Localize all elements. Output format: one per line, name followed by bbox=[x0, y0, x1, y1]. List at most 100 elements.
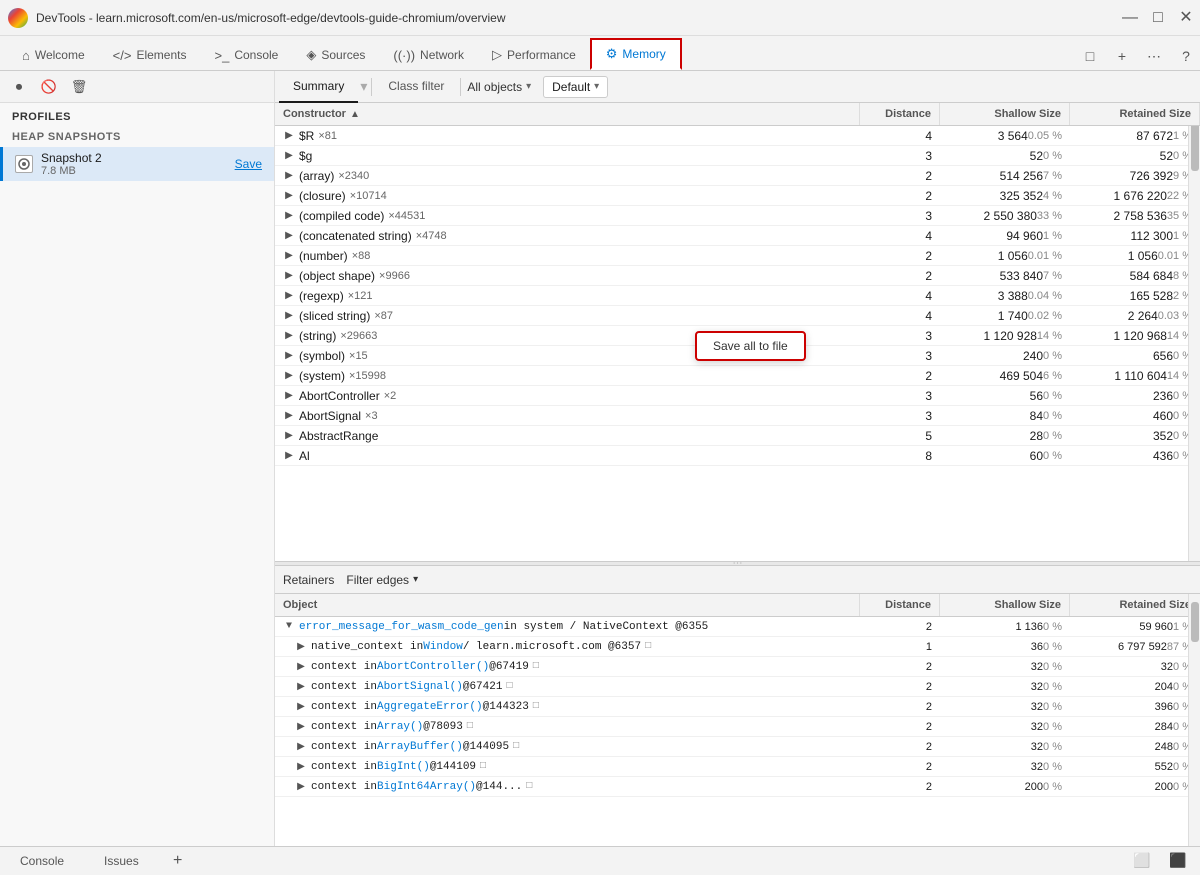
bottom-cell-shallow: 32 0 % bbox=[940, 677, 1070, 696]
row-expander-icon[interactable]: ▶ bbox=[295, 781, 307, 793]
save-all-tooltip[interactable]: Save all to file bbox=[695, 331, 806, 361]
cell-shallow: 1 056 0.01 % bbox=[940, 246, 1070, 265]
sub-tab-class-filter[interactable]: Class filter bbox=[374, 71, 458, 103]
record-button[interactable]: ⏺ bbox=[8, 76, 30, 98]
row-expander-icon[interactable]: ▶ bbox=[283, 150, 295, 162]
tab-console[interactable]: >_ Console bbox=[200, 38, 292, 70]
welcome-icon: ⌂ bbox=[22, 48, 30, 63]
row-expander-icon[interactable]: ▶ bbox=[283, 210, 295, 222]
tab-sources[interactable]: ◈ Sources bbox=[292, 38, 379, 70]
sub-tab-summary[interactable]: Summary bbox=[279, 71, 358, 103]
bottom-table-scrollbar[interactable] bbox=[1188, 594, 1200, 846]
bottom-col-retained: Retained Size bbox=[1070, 594, 1200, 616]
constructor-sort-icon[interactable]: ▲ bbox=[350, 109, 360, 120]
main-table-scrollbar[interactable] bbox=[1188, 103, 1200, 561]
bottom-cell-shallow: 1 136 0 % bbox=[940, 617, 1070, 636]
filter-edges-button[interactable]: Filter edges ▾ bbox=[346, 573, 418, 587]
row-expander-icon[interactable]: ▶ bbox=[295, 761, 307, 773]
add-panel-button[interactable]: + bbox=[167, 850, 189, 872]
bottom-cell-distance: 2 bbox=[860, 737, 940, 756]
bottom-cell-retained: 32 0 % bbox=[1070, 657, 1200, 676]
bottom-table-row: ▶ context in BigInt() @144109 □ 2 32 0 %… bbox=[275, 757, 1200, 777]
cell-distance: 3 bbox=[860, 146, 940, 165]
row-expander-icon[interactable]: ▶ bbox=[283, 250, 295, 262]
tab-welcome[interactable]: ⌂ Welcome bbox=[8, 38, 99, 70]
default-dropdown[interactable]: Default ▾ bbox=[543, 76, 608, 98]
tab-network[interactable]: ((·)) Network bbox=[379, 38, 478, 70]
row-expander-icon[interactable]: ▶ bbox=[283, 370, 295, 382]
status-bar: Console Issues + ⬜ ⬛ bbox=[0, 846, 1200, 874]
table-row: ▶AbortSignal×3 3 84 0 % 460 0 % bbox=[275, 406, 1200, 426]
filter-edges-label: Filter edges bbox=[346, 573, 409, 587]
row-expander-icon[interactable]: ▶ bbox=[283, 190, 295, 202]
row-expander-icon[interactable]: ▶ bbox=[295, 681, 307, 693]
delete-button[interactable]: 🗑 bbox=[68, 76, 90, 98]
snapshot-item[interactable]: Snapshot 2 7.8 MB Save bbox=[0, 147, 274, 181]
cell-retained: 2 264 0.03 % bbox=[1070, 306, 1200, 325]
row-expander-icon[interactable]: ▶ bbox=[283, 390, 295, 402]
close-button[interactable]: ✕ bbox=[1180, 12, 1192, 24]
tab-performance[interactable]: ▷ Performance bbox=[478, 38, 590, 70]
row-expander-icon[interactable]: ▶ bbox=[283, 310, 295, 322]
cell-constructor: ▶(regexp)×121 bbox=[275, 286, 860, 305]
cell-retained: 726 392 9 % bbox=[1070, 166, 1200, 185]
bottom-cell-object: ▶ native_context in Window / learn.micro… bbox=[275, 637, 860, 656]
row-expander-icon[interactable]: ▶ bbox=[283, 130, 295, 142]
sub-tab-divider bbox=[371, 78, 372, 96]
all-objects-dropdown[interactable]: All objects ▾ bbox=[463, 80, 535, 94]
main-area: ⏺ 🚫 🗑 Profiles HEAP SNAPSHOTS Snapshot 2… bbox=[0, 71, 1200, 846]
row-expander-icon[interactable]: ▼ bbox=[283, 621, 295, 633]
bottom-cell-retained: 200 0 % bbox=[1070, 777, 1200, 796]
status-tab-issues[interactable]: Issues bbox=[92, 850, 151, 872]
retainers-label: Retainers bbox=[283, 573, 334, 587]
cell-constructor: ▶(object shape)×9966 bbox=[275, 266, 860, 285]
tab-elements[interactable]: </> Elements bbox=[99, 38, 201, 70]
row-expander-icon[interactable]: ▶ bbox=[295, 741, 307, 753]
maximize-button[interactable]: □ bbox=[1152, 12, 1164, 24]
row-expander-icon[interactable]: ▶ bbox=[295, 721, 307, 733]
more-options-button[interactable]: ⋯ bbox=[1140, 42, 1168, 70]
cell-distance: 2 bbox=[860, 166, 940, 185]
cell-constructor: ▶(compiled code)×44531 bbox=[275, 206, 860, 225]
snapshot-size: 7.8 MB bbox=[41, 165, 227, 177]
cell-constructor: ▶Al bbox=[275, 446, 860, 465]
snapshot-save-button[interactable]: Save bbox=[235, 157, 262, 171]
status-tab-console[interactable]: Console bbox=[8, 850, 76, 872]
cell-constructor: ▶(closure)×10714 bbox=[275, 186, 860, 205]
minimize-button[interactable]: — bbox=[1124, 12, 1136, 24]
dock-button[interactable]: ⬜ bbox=[1128, 847, 1156, 875]
row-expander-icon[interactable]: ▶ bbox=[283, 430, 295, 442]
row-expander-icon[interactable]: ▶ bbox=[283, 290, 295, 302]
row-expander-icon[interactable]: ▶ bbox=[283, 450, 295, 462]
row-expander-icon[interactable]: ▶ bbox=[283, 270, 295, 282]
default-label: Default bbox=[552, 80, 590, 94]
external-link-icon: □ bbox=[645, 641, 651, 652]
add-tab-button[interactable]: + bbox=[1108, 42, 1136, 70]
row-expander-icon[interactable]: ▶ bbox=[295, 701, 307, 713]
row-expander-icon[interactable]: ▶ bbox=[283, 230, 295, 242]
table-row: ▶(number)×88 2 1 056 0.01 % 1 056 0.01 % bbox=[275, 246, 1200, 266]
cell-shallow: 1 740 0.02 % bbox=[940, 306, 1070, 325]
help-button[interactable]: ? bbox=[1172, 42, 1200, 70]
bottom-table-row: ▶ context in Array() @78093 □ 2 32 0 % 2… bbox=[275, 717, 1200, 737]
row-expander-icon[interactable]: ▶ bbox=[283, 170, 295, 182]
bottom-cell-distance: 2 bbox=[860, 657, 940, 676]
row-expander-icon[interactable]: ▶ bbox=[283, 330, 295, 342]
bottom-scrollbar-thumb[interactable] bbox=[1191, 602, 1199, 642]
cell-shallow: 3 388 0.04 % bbox=[940, 286, 1070, 305]
cell-constructor: ▶(system)×15998 bbox=[275, 366, 860, 385]
settings-button[interactable]: ⬛ bbox=[1164, 847, 1192, 875]
row-expander-icon[interactable]: ▶ bbox=[295, 661, 307, 673]
row-expander-icon[interactable]: ▶ bbox=[283, 350, 295, 362]
external-link-icon: □ bbox=[513, 741, 519, 752]
tab-memory[interactable]: ⚙ Memory bbox=[590, 38, 682, 70]
title-bar: DevTools - learn.microsoft.com/en-us/mic… bbox=[0, 0, 1200, 36]
more-tabs-button[interactable]: □ bbox=[1076, 42, 1104, 70]
row-expander-icon[interactable]: ▶ bbox=[283, 410, 295, 422]
row-expander-icon[interactable]: ▶ bbox=[295, 641, 307, 653]
bottom-cell-retained: 204 0 % bbox=[1070, 677, 1200, 696]
elements-icon: </> bbox=[113, 48, 132, 63]
devtools-tab-bar: ⌂ Welcome </> Elements >_ Console ◈ Sour… bbox=[0, 36, 1200, 71]
snapshot-info: Snapshot 2 7.8 MB bbox=[41, 151, 227, 177]
clear-button[interactable]: 🚫 bbox=[38, 76, 60, 98]
